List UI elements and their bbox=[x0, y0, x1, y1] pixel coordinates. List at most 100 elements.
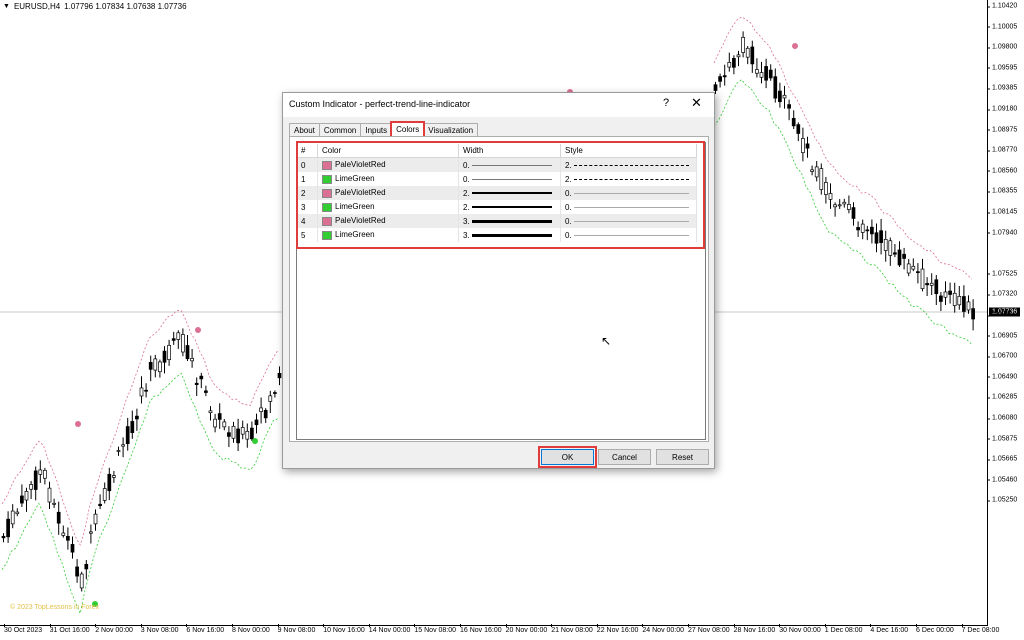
price-tick-label: 1.06490 bbox=[986, 373, 1018, 381]
candle-body bbox=[791, 118, 796, 127]
candle-body bbox=[851, 207, 856, 219]
price-tick-label: 1.07525 bbox=[986, 270, 1018, 278]
style-cell[interactable]: 2. bbox=[560, 157, 697, 172]
candle-body bbox=[727, 62, 732, 68]
width-cell[interactable]: 2. bbox=[458, 186, 561, 200]
style-value: 2. bbox=[565, 174, 572, 184]
color-swatch bbox=[322, 188, 332, 198]
price-tick-label: 1.07940 bbox=[986, 229, 1018, 237]
style-cell[interactable]: 0. bbox=[560, 228, 697, 242]
candle-body bbox=[29, 484, 33, 490]
candle-body bbox=[107, 473, 112, 492]
style-value: 0. bbox=[565, 230, 572, 240]
table-row[interactable]: 1 LimeGreen 0. 2. bbox=[297, 172, 697, 186]
style-line-sample bbox=[573, 234, 689, 236]
candle-body bbox=[194, 382, 199, 385]
candle-body bbox=[43, 469, 47, 479]
width-cell[interactable]: 2. bbox=[458, 200, 561, 214]
candle-body bbox=[888, 240, 893, 256]
candle-body bbox=[259, 407, 263, 412]
time-tick-label: 1 Dec 08:00 bbox=[824, 624, 863, 634]
candle-body bbox=[250, 427, 254, 440]
candle-body bbox=[764, 66, 768, 81]
color-cell[interactable]: LimeGreen bbox=[317, 200, 459, 214]
color-swatch bbox=[322, 174, 332, 184]
table-row[interactable]: 0 PaleVioletRed 0. 2. bbox=[297, 157, 697, 172]
candle-body bbox=[856, 227, 860, 231]
color-cell[interactable]: LimeGreen bbox=[317, 228, 459, 242]
price-tick-label: 1.10420 bbox=[986, 2, 1018, 10]
time-tick-label: 27 Nov 08:00 bbox=[688, 624, 730, 634]
dialog-titlebar[interactable]: Custom Indicator - perfect-trend-line-in… bbox=[283, 93, 714, 117]
candle-body bbox=[217, 413, 222, 420]
color-cell[interactable]: LimeGreen bbox=[317, 172, 459, 186]
ok-button[interactable]: OK bbox=[541, 449, 594, 465]
time-tick-label: 16 Nov 16:00 bbox=[460, 624, 502, 634]
reset-button[interactable]: Reset bbox=[656, 449, 709, 465]
candle-body bbox=[939, 295, 943, 302]
candle-body bbox=[911, 265, 916, 270]
price-tick-label: 1.09800 bbox=[986, 43, 1018, 51]
price-tick-label: 1.08145 bbox=[986, 208, 1018, 216]
width-cell[interactable]: 3. bbox=[458, 214, 561, 228]
time-axis[interactable]: 30 Oct 2023 31 Oct 16:00 2 Nov 00:00 3 Nov … bbox=[0, 624, 999, 640]
colors-table: # Color Width Style 0 PaleVioletRed 0. 2. 1 L… bbox=[297, 144, 697, 242]
candle-body bbox=[768, 69, 773, 79]
candle-body bbox=[860, 223, 865, 233]
price-tick-label: 1.10005 bbox=[986, 23, 1018, 31]
color-cell[interactable]: PaleVioletRed bbox=[317, 157, 459, 172]
style-cell[interactable]: 0. bbox=[560, 214, 697, 228]
lower-trend-band bbox=[1, 372, 279, 615]
candle-body bbox=[879, 230, 883, 243]
color-cell[interactable]: PaleVioletRed bbox=[317, 186, 459, 200]
style-cell[interactable]: 0. bbox=[560, 186, 697, 200]
width-line-sample bbox=[471, 178, 552, 180]
candle-body bbox=[759, 72, 764, 78]
time-tick-label: 10 Nov 16:00 bbox=[323, 624, 365, 634]
width-cell[interactable]: 0. bbox=[458, 172, 561, 186]
price-tick-label: 1.09180 bbox=[986, 105, 1018, 113]
cancel-button[interactable]: Cancel bbox=[598, 449, 651, 465]
candle-body bbox=[750, 46, 755, 65]
close-icon[interactable]: ✕ bbox=[691, 95, 702, 111]
candle-body bbox=[916, 271, 920, 274]
candle-body bbox=[190, 357, 194, 362]
signal-dot bbox=[195, 327, 201, 333]
color-swatch bbox=[322, 216, 332, 226]
price-tick-label: 1.09385 bbox=[986, 84, 1018, 92]
candle-body bbox=[906, 263, 911, 274]
width-cell[interactable]: 3. bbox=[458, 228, 561, 242]
table-row[interactable]: 2 PaleVioletRed 2. 0. bbox=[297, 186, 697, 200]
candle-body bbox=[934, 279, 939, 295]
candle-body bbox=[966, 301, 971, 311]
table-row[interactable]: 3 LimeGreen 2. 0. bbox=[297, 200, 697, 214]
style-value: 2. bbox=[565, 160, 572, 170]
style-cell[interactable]: 0. bbox=[560, 200, 697, 214]
style-cell[interactable]: 2. bbox=[560, 172, 697, 186]
price-tick-label: 1.05665 bbox=[986, 455, 1018, 463]
candle-body bbox=[15, 511, 20, 515]
candle-body bbox=[20, 495, 24, 504]
color-cell[interactable]: PaleVioletRed bbox=[317, 214, 459, 228]
candle-body bbox=[121, 444, 125, 447]
width-value: 0. bbox=[463, 160, 470, 170]
color-name: PaleVioletRed bbox=[335, 188, 386, 198]
width-line-sample bbox=[471, 219, 552, 223]
tab-colors[interactable]: Colors bbox=[390, 121, 426, 138]
candle-body bbox=[10, 510, 15, 525]
price-tick-label: 1.07110 bbox=[987, 311, 1017, 319]
width-cell[interactable]: 0. bbox=[458, 157, 561, 172]
help-icon[interactable]: ? bbox=[663, 97, 669, 109]
price-axis[interactable]: 1.07736 1.10420 1.10005 1.09800 1.09595 1.09… bbox=[986, 0, 1024, 625]
table-row[interactable]: 4 PaleVioletRed 3. 0. bbox=[297, 214, 697, 228]
dropdown-triangle-icon[interactable]: ▼ bbox=[3, 3, 10, 10]
signal-dot bbox=[252, 438, 258, 444]
table-row[interactable]: 5 LimeGreen 3. 0. bbox=[297, 228, 697, 242]
watermark: © 2023 TopLessons in Forex bbox=[10, 604, 100, 611]
mouse-cursor-icon: ↖ bbox=[601, 334, 612, 348]
candle-body bbox=[782, 94, 787, 99]
candle-body bbox=[70, 544, 75, 553]
candle-body bbox=[273, 392, 277, 394]
signal-dot bbox=[75, 421, 81, 427]
candle-body bbox=[79, 573, 84, 589]
